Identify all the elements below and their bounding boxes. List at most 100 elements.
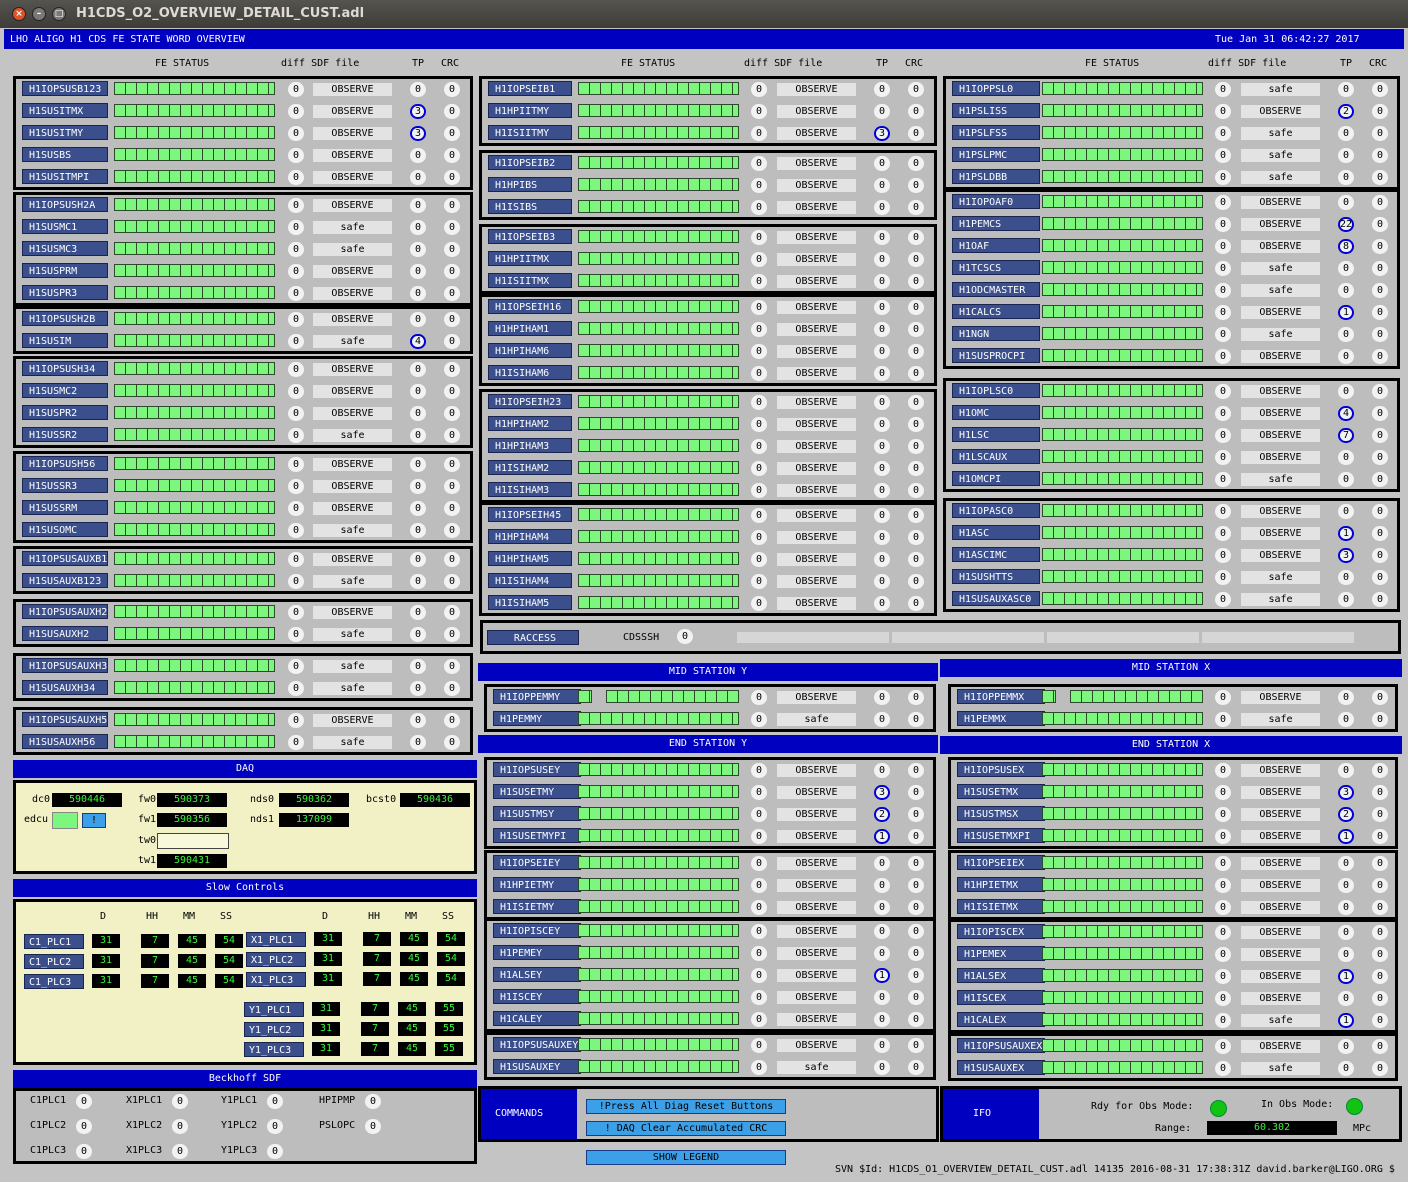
fe-model-button[interactable]: H1LSC bbox=[952, 427, 1040, 442]
fe-model-button[interactable]: H1SUSTMSY bbox=[493, 806, 581, 821]
fe-model-button[interactable]: H1IOPISCEY bbox=[493, 923, 581, 938]
fe-model-button[interactable]: H1SUSSR2 bbox=[22, 427, 108, 442]
fe-model-button[interactable]: H1ISIHAM5 bbox=[488, 595, 572, 610]
fe-model-button[interactable]: H1SUSPR3 bbox=[22, 285, 108, 300]
fe-model-button[interactable]: H1IOPSEIEY bbox=[493, 855, 581, 870]
edcu-button[interactable]: ! bbox=[82, 813, 106, 828]
fe-model-button[interactable]: H1IOPSUSH34 bbox=[22, 361, 108, 376]
plc-button[interactable]: Y1_PLC2 bbox=[244, 1022, 304, 1037]
fe-model-button[interactable]: H1SUSAUXEY bbox=[493, 1059, 581, 1074]
fe-model-button[interactable]: H1SUSAUXH56 bbox=[22, 734, 108, 749]
diag-reset-button[interactable]: !Press All Diag Reset Buttons bbox=[586, 1099, 786, 1114]
fe-model-button[interactable]: H1HPIHAM4 bbox=[488, 529, 572, 544]
fe-model-button[interactable]: H1HPIHAM5 bbox=[488, 551, 572, 566]
fe-model-button[interactable]: H1ISIHAM2 bbox=[488, 460, 572, 475]
fe-model-button[interactable]: H1IOPSUSAUXEX bbox=[957, 1038, 1045, 1053]
plc-button[interactable]: X1_PLC1 bbox=[246, 932, 306, 947]
fe-model-button[interactable]: H1IOPPSL0 bbox=[952, 81, 1040, 96]
fe-model-button[interactable]: H1CALEY bbox=[493, 1011, 581, 1026]
fe-model-button[interactable]: H1HPIHAM2 bbox=[488, 416, 572, 431]
plc-button[interactable]: C1_PLC1 bbox=[24, 934, 84, 949]
fe-model-button[interactable]: H1HPIITMY bbox=[488, 103, 572, 118]
fe-model-button[interactable]: H1ASCIMC bbox=[952, 547, 1040, 562]
maximize-icon[interactable]: □ bbox=[52, 7, 66, 21]
fe-model-button[interactable]: H1IOPSUSB123 bbox=[22, 81, 108, 96]
fe-model-button[interactable]: H1SUSETMY bbox=[493, 784, 581, 799]
fe-model-button[interactable]: H1SUSMC1 bbox=[22, 219, 108, 234]
fe-model-button[interactable]: H1SUSPROCPI bbox=[952, 348, 1040, 363]
fe-model-button[interactable]: H1OMC bbox=[952, 405, 1040, 420]
fe-model-button[interactable]: H1SUSETMXPI bbox=[957, 828, 1045, 843]
fe-model-button[interactable]: H1SUSITMPI bbox=[22, 169, 108, 184]
fe-model-button[interactable]: H1CALCS bbox=[952, 304, 1040, 319]
fe-model-button[interactable]: H1IOPISCEX bbox=[957, 924, 1045, 939]
fe-model-button[interactable]: H1IOPSUSH56 bbox=[22, 456, 108, 471]
fe-model-button[interactable]: H1SUSAUXH2 bbox=[22, 626, 108, 641]
fe-model-button[interactable]: H1ASC bbox=[952, 525, 1040, 540]
fe-model-button[interactable]: H1SUSHTTS bbox=[952, 569, 1040, 584]
plc-button[interactable]: X1_PLC3 bbox=[246, 972, 306, 987]
close-icon[interactable]: × bbox=[12, 7, 26, 21]
fe-model-button[interactable]: H1IOPPEMMY bbox=[493, 689, 581, 704]
fe-model-button[interactable]: H1IOPSEIH23 bbox=[488, 394, 572, 409]
raccess-button[interactable]: RACCESS bbox=[487, 630, 579, 645]
fe-model-button[interactable]: H1PSLPMC bbox=[952, 147, 1040, 162]
fe-model-button[interactable]: H1PEMEX bbox=[957, 946, 1045, 961]
fe-model-button[interactable]: H1ISIBS bbox=[488, 199, 572, 214]
fe-model-button[interactable]: H1HPIITMX bbox=[488, 251, 572, 266]
fe-model-button[interactable]: H1ISIHAM6 bbox=[488, 365, 572, 380]
minimize-icon[interactable]: – bbox=[32, 7, 46, 21]
fe-model-button[interactable]: H1IOPSUSEX bbox=[957, 762, 1045, 777]
fe-model-button[interactable]: H1IOPSEIB1 bbox=[488, 81, 572, 96]
fe-model-button[interactable]: H1IOPSUSAUXEY bbox=[493, 1037, 581, 1052]
plc-button[interactable]: C1_PLC2 bbox=[24, 954, 84, 969]
fe-model-button[interactable]: H1IOPSEIH16 bbox=[488, 299, 572, 314]
fe-model-button[interactable]: H1IOPSEIEX bbox=[957, 855, 1045, 870]
fe-model-button[interactable]: H1IOPSUSAUXB12 bbox=[22, 551, 108, 566]
fe-model-button[interactable]: H1OAF bbox=[952, 238, 1040, 253]
fe-model-button[interactable]: H1SUSSRM bbox=[22, 500, 108, 515]
show-legend-button[interactable]: SHOW LEGEND bbox=[586, 1150, 786, 1165]
fe-model-button[interactable]: H1ALSEX bbox=[957, 968, 1045, 983]
fe-model-button[interactable]: H1HPIBS bbox=[488, 177, 572, 192]
fe-model-button[interactable]: H1PSLFSS bbox=[952, 125, 1040, 140]
fe-model-button[interactable]: H1PSLISS bbox=[952, 103, 1040, 118]
fe-model-button[interactable]: H1ISIHAM3 bbox=[488, 482, 572, 497]
fe-model-button[interactable]: H1ISCEY bbox=[493, 989, 581, 1004]
fe-model-button[interactable]: H1CALEX bbox=[957, 1012, 1045, 1027]
fe-model-button[interactable]: H1SUSAUXB123 bbox=[22, 573, 108, 588]
fe-model-button[interactable]: H1ISIHAM4 bbox=[488, 573, 572, 588]
fe-model-button[interactable]: H1SUSIM bbox=[22, 333, 108, 348]
fe-model-button[interactable]: H1IOPSUSH2B bbox=[22, 311, 108, 326]
fe-model-button[interactable]: H1IOPSUSAUXH34 bbox=[22, 658, 108, 673]
fe-model-button[interactable]: H1SUSETMX bbox=[957, 784, 1045, 799]
fe-model-button[interactable]: H1HPIETMX bbox=[957, 877, 1045, 892]
fe-model-button[interactable]: H1PEMEY bbox=[493, 945, 581, 960]
fe-model-button[interactable]: H1TCSCS bbox=[952, 260, 1040, 275]
plc-button[interactable]: X1_PLC2 bbox=[246, 952, 306, 967]
fe-model-button[interactable]: H1IOPPEMMX bbox=[957, 689, 1045, 704]
plc-button[interactable]: Y1_PLC1 bbox=[244, 1002, 304, 1017]
fe-model-button[interactable]: H1SUSITMY bbox=[22, 125, 108, 140]
daq-clear-crc-button[interactable]: ! DAQ Clear Accumulated CRC bbox=[586, 1121, 786, 1136]
fe-model-button[interactable]: H1NGN bbox=[952, 326, 1040, 341]
fe-model-button[interactable]: H1SUSOMC bbox=[22, 522, 108, 537]
fe-model-button[interactable]: H1SUSAUXASC0 bbox=[952, 591, 1040, 606]
fe-model-button[interactable]: H1IOPLSC0 bbox=[952, 383, 1040, 398]
fe-model-button[interactable]: H1ISIETMX bbox=[957, 899, 1045, 914]
plc-button[interactable]: C1_PLC3 bbox=[24, 974, 84, 989]
fe-model-button[interactable]: H1ODCMASTER bbox=[952, 282, 1040, 297]
fe-model-button[interactable]: H1ISIITMY bbox=[488, 125, 572, 140]
fe-model-button[interactable]: H1IOPSEIH45 bbox=[488, 507, 572, 522]
fe-model-button[interactable]: H1HPIHAM3 bbox=[488, 438, 572, 453]
fe-model-button[interactable]: H1IOPSUSAUXH56 bbox=[22, 712, 108, 727]
fe-model-button[interactable]: H1SUSTMSX bbox=[957, 806, 1045, 821]
fe-model-button[interactable]: H1PEMCS bbox=[952, 216, 1040, 231]
fe-model-button[interactable]: H1IOPSUSEY bbox=[493, 762, 581, 777]
fe-model-button[interactable]: H1SUSPR2 bbox=[22, 405, 108, 420]
fe-model-button[interactable]: H1IOPSEIB3 bbox=[488, 229, 572, 244]
fe-model-button[interactable]: H1HPIETMY bbox=[493, 877, 581, 892]
fe-model-button[interactable]: H1ISIITMX bbox=[488, 273, 572, 288]
fe-model-button[interactable]: H1SUSMC2 bbox=[22, 383, 108, 398]
fe-model-button[interactable]: H1OMCPI bbox=[952, 471, 1040, 486]
